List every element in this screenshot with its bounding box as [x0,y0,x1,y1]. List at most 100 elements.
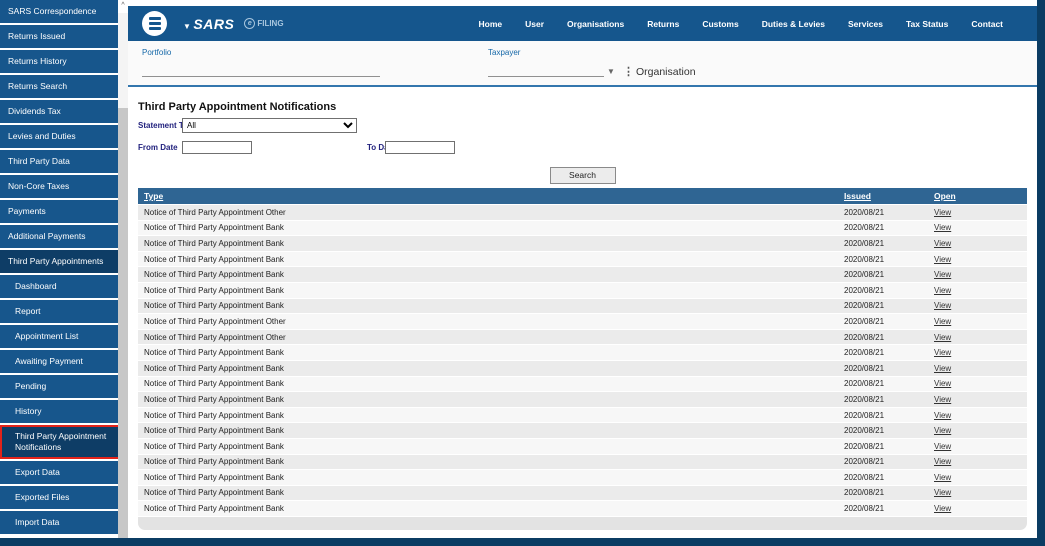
table-row: Notice of Third Party Appointment Bank 2… [138,407,1027,424]
portfolio-input[interactable] [142,63,380,77]
sidebar-item-label: Exported Files [15,492,70,503]
view-link[interactable]: View [934,395,951,404]
sidebar-sub-item[interactable]: Appointment List [0,325,118,348]
from-date-input[interactable] [182,141,252,154]
sidebar-item-label: Dividends Tax [8,106,61,117]
sidebar-item[interactable]: Third Party Data [0,150,118,173]
view-link[interactable]: View [934,270,951,279]
sidebar-sub-item[interactable]: Exported Files [0,486,118,509]
sidebar-item[interactable]: Additional Payments [0,225,118,248]
sidebar-sub-item[interactable]: History [0,400,118,423]
view-link[interactable]: View [934,317,951,326]
sidebar-sub-items-before: Dashboard Report Appointment List Awaiti… [0,275,118,423]
cell-type: Notice of Third Party Appointment Bank [144,457,284,467]
cell-type: Notice of Third Party Appointment Bank [144,348,284,358]
nav-link[interactable]: Returns [647,19,679,29]
nav-link[interactable]: Tax Status [906,19,948,29]
sidebar-scrollbar[interactable]: ^ [118,0,128,538]
column-header-issued[interactable]: Issued [838,191,928,201]
column-header-type[interactable]: Type [138,191,838,201]
cell-issued: 2020/08/21 [844,270,885,280]
statement-type-row: Statement Type All [138,118,1027,135]
cell-type: Notice of Third Party Appointment Bank [144,488,284,498]
cell-type: Notice of Third Party Appointment Bank [144,379,284,389]
sidebar-item[interactable]: Dividends Tax [0,100,118,123]
table-row: Notice of Third Party Appointment Other … [138,205,1027,221]
cell-issued: 2020/08/21 [844,254,885,264]
view-link[interactable]: View [934,223,951,232]
taxpayer-input[interactable] [488,63,604,77]
sidebar-item[interactable]: Returns Search [0,75,118,98]
cell-type: Notice of Third Party Appointment Bank [144,426,284,436]
view-link[interactable]: View [934,379,951,388]
to-date-input[interactable] [385,141,455,154]
sidebar-sub-item[interactable]: Awaiting Payment [0,350,118,373]
date-filter-row: From Date To Date [138,140,1027,157]
cell-type: Notice of Third Party Appointment Bank [144,254,284,264]
sidebar-item[interactable]: SARS Correspondence [0,0,118,23]
sidebar-sub-item[interactable]: Pending [0,375,118,398]
taxpayer-dropdown-caret-icon[interactable]: ▼ [607,67,615,76]
cell-type: Notice of Third Party Appointment Other [144,332,286,342]
cell-issued: 2020/08/21 [844,332,885,342]
view-link[interactable]: View [934,457,951,466]
sidebar-item-label: Export Data [15,467,60,478]
statement-type-select[interactable]: All [182,118,357,133]
view-link[interactable]: View [934,301,951,310]
cell-issued: 2020/08/21 [844,410,885,420]
sidebar-item[interactable]: Returns Issued [0,25,118,48]
scrollbar-thumb[interactable] [118,13,128,108]
sidebar-item-label: Payments [8,206,46,217]
sidebar-item-label: History [15,406,42,417]
sidebar-item-third-party-appointments[interactable]: Third Party Appointments [0,250,118,273]
nav-link[interactable]: Home [479,19,503,29]
table-row: Notice of Third Party Appointment Bank 2… [138,345,1027,361]
sidebar-item-third-party-appointment-notifications[interactable]: Third Party Appointment Notifications [0,425,121,459]
view-link[interactable]: View [934,286,951,295]
cell-type: Notice of Third Party Appointment Other [144,207,286,217]
table-row: Notice of Third Party Appointment Bank 2… [138,251,1027,268]
cell-issued: 2020/08/21 [844,363,885,373]
view-link[interactable]: View [934,333,951,342]
view-link[interactable]: View [934,208,951,217]
view-link[interactable]: View [934,411,951,420]
view-link[interactable]: View [934,488,951,497]
column-header-open[interactable]: Open [928,191,1027,201]
view-link[interactable]: View [934,473,951,482]
view-link[interactable]: View [934,364,951,373]
sars-logo[interactable]: ▼ SARS [183,16,234,32]
nav-link[interactable]: Organisations [567,19,624,29]
view-link[interactable]: View [934,426,951,435]
nav-link[interactable]: Services [848,19,883,29]
sidebar-sub-item[interactable]: Report [0,300,118,323]
nav-link[interactable]: User [525,19,544,29]
hamburger-menu-icon[interactable] [142,11,167,36]
nav-link[interactable]: Duties & Levies [762,19,825,29]
table-row: Notice of Third Party Appointment Bank 2… [138,423,1027,439]
sidebar-sub-item[interactable]: Import Data [0,511,118,534]
sidebar-sub-item[interactable]: Dashboard [0,275,118,298]
table-row: Notice of Third Party Appointment Bank 2… [138,282,1027,299]
view-link[interactable]: View [934,348,951,357]
sidebar-item[interactable]: Returns History [0,50,118,73]
sidebar-item[interactable]: Levies and Duties [0,125,118,148]
view-link[interactable]: View [934,239,951,248]
sidebar-sub-item[interactable]: Export Data [0,461,118,484]
sidebar-item[interactable]: Payments [0,200,118,223]
scroll-up-icon[interactable]: ^ [118,0,128,13]
view-link[interactable]: View [934,255,951,264]
nav-link[interactable]: Customs [702,19,738,29]
kebab-menu-icon[interactable]: ⋮ [623,65,634,78]
cell-issued: 2020/08/21 [844,379,885,389]
efiling-logo-text: FILING [257,19,284,28]
view-link[interactable]: View [934,504,951,513]
view-link[interactable]: View [934,442,951,451]
cell-type: Notice of Third Party Appointment Bank [144,363,284,373]
table-row: Notice of Third Party Appointment Bank 2… [138,454,1027,471]
table-row: Notice of Third Party Appointment Bank 2… [138,220,1027,237]
search-button[interactable]: Search [549,166,616,184]
table-header: Type Issued Open [138,188,1027,205]
cell-type: Notice of Third Party Appointment Bank [144,410,284,420]
nav-link[interactable]: Contact [971,19,1003,29]
sidebar-item[interactable]: Non-Core Taxes [0,175,118,198]
